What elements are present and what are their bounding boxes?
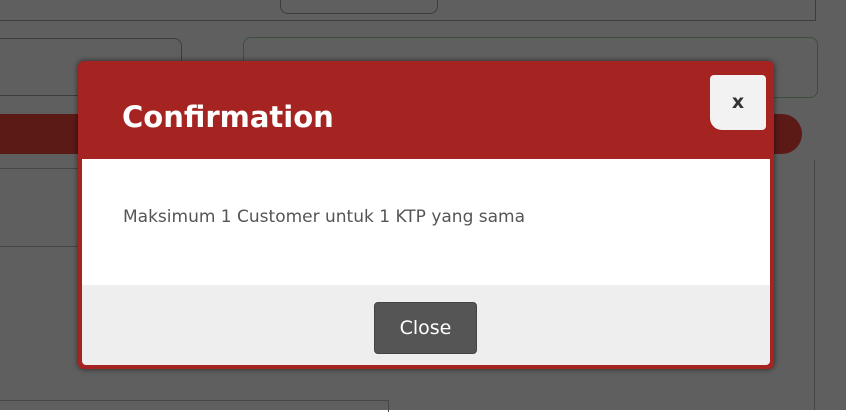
dialog-title: Confirmation bbox=[122, 100, 334, 134]
dialog-footer: Close bbox=[82, 285, 770, 365]
background-divider bbox=[0, 246, 80, 247]
close-button[interactable]: Close bbox=[374, 302, 477, 354]
close-icon[interactable]: x bbox=[710, 75, 766, 130]
background-divider bbox=[0, 168, 80, 169]
confirmation-dialog: Confirmation x Maksimum 1 Customer untuk… bbox=[78, 61, 774, 369]
background-field bbox=[280, 0, 438, 14]
dialog-header: Confirmation x bbox=[82, 65, 770, 159]
background-divider bbox=[814, 160, 815, 410]
dialog-body: Maksimum 1 Customer untuk 1 KTP yang sam… bbox=[82, 159, 770, 285]
background-divider bbox=[0, 400, 388, 401]
dialog-message: Maksimum 1 Customer untuk 1 KTP yang sam… bbox=[123, 207, 526, 227]
background-divider bbox=[388, 400, 389, 412]
